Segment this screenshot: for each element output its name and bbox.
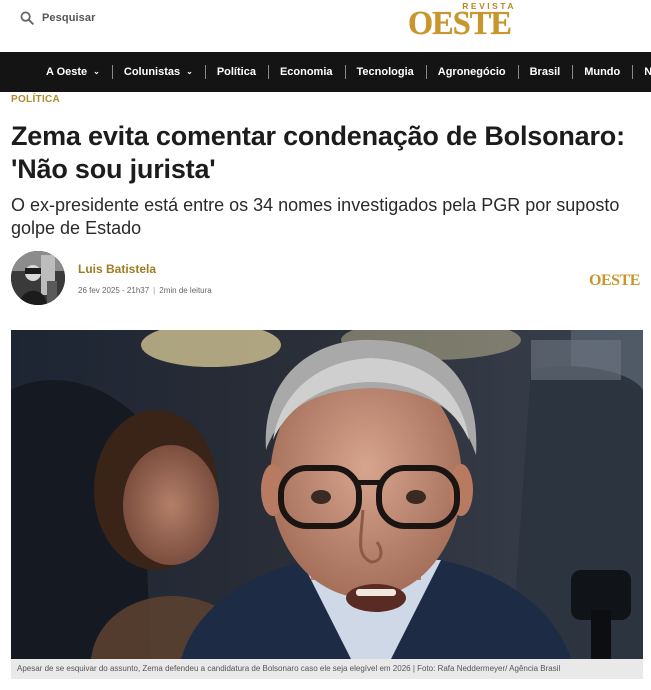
main-nav: A Oeste ⌄ Colunistas ⌄ Política Economia Tecno…	[0, 52, 651, 92]
article-photo[interactable]	[11, 330, 643, 659]
nav-item-label: A Oeste	[46, 66, 88, 78]
author-name[interactable]: Luis Batistela	[78, 262, 156, 276]
logo-oeste-text: OESTE	[408, 5, 512, 42]
nav-item-n[interactable]: N	[632, 52, 651, 92]
publish-date: 26 fev 2025 - 21h37	[78, 286, 150, 295]
article-subtitle: O ex-presidente está entre os 34 nomes i…	[11, 195, 620, 238]
nav-item-label: Economia	[279, 66, 333, 78]
nav-item-agroneg-cio[interactable]: Agronegócio	[425, 52, 518, 92]
author-avatar[interactable]	[11, 251, 65, 305]
search-label: Pesquisar	[42, 12, 96, 24]
nav-item-pol-tica[interactable]: Política	[204, 52, 268, 92]
oeste-mini-logo: OESTE	[589, 272, 640, 289]
article-title: Zema evita comentar condenação de Bolson…	[11, 121, 625, 184]
nav-item-label: Tecnologia	[356, 66, 414, 78]
meta-separator: |	[153, 286, 156, 295]
nav-item-economia[interactable]: Economia	[267, 52, 345, 92]
top-bar: Pesquisar REVISTA OESTE	[0, 0, 651, 52]
search-icon	[20, 11, 34, 25]
category-link[interactable]: POLÍTICA	[11, 94, 60, 105]
chevron-down-icon: ⌄	[93, 66, 100, 76]
nav-list: A Oeste ⌄ Colunistas ⌄ Política Economia Tecno…	[34, 52, 651, 92]
nav-item-tecnologia[interactable]: Tecnologia	[344, 52, 426, 92]
chevron-down-icon: ⌄	[186, 66, 193, 76]
nav-item-colunistas[interactable]: Colunistas ⌄	[111, 52, 205, 92]
nav-item-label: Brasil	[529, 66, 561, 78]
site-logo[interactable]: REVISTA OESTE	[408, 1, 520, 41]
read-time: 2min de leitura	[159, 286, 212, 295]
nav-item-label: Colunistas	[123, 66, 181, 78]
photo-caption: Apesar de se esquivar do assunto, Zema d…	[11, 659, 643, 679]
article-meta: 26 fev 2025 - 21h37 | 2min de leitura	[78, 286, 212, 295]
photo-illustration	[11, 330, 643, 659]
nav-item-a-oeste[interactable]: A Oeste ⌄	[34, 52, 112, 92]
nav-item-label: N	[644, 66, 651, 78]
nav-item-label: Agronegócio	[437, 66, 506, 78]
search-button[interactable]: Pesquisar	[20, 11, 95, 25]
nav-item-label: Mundo	[584, 66, 621, 78]
nav-item-mundo[interactable]: Mundo	[572, 52, 632, 92]
nav-item-brasil[interactable]: Brasil	[517, 52, 573, 92]
nav-item-label: Política	[216, 66, 256, 78]
